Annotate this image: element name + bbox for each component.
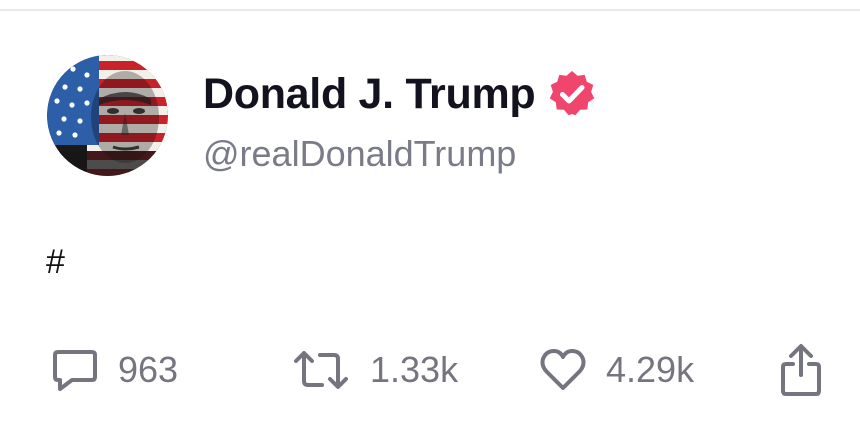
share-icon — [781, 344, 821, 396]
author-name-row: Donald J. Trump — [203, 66, 597, 122]
post-text: # — [46, 243, 65, 281]
reply-button[interactable]: 963 — [50, 340, 178, 400]
share-button[interactable] — [776, 340, 826, 400]
reply-count: 963 — [118, 349, 179, 390]
repost-icon — [294, 351, 348, 389]
like-count: 4.29k — [606, 349, 695, 390]
repost-button[interactable]: 1.33k — [290, 340, 458, 400]
post-card: Donald J. Trump @realDonaldTrump # 963 1… — [0, 0, 860, 444]
post-actions-bar: 963 1.33k 4.29k — [0, 340, 860, 400]
author-avatar[interactable] — [47, 55, 168, 176]
like-button[interactable]: 4.29k — [538, 340, 694, 400]
comment-icon — [53, 350, 97, 391]
verified-badge-icon — [550, 71, 595, 116]
flag-portrait-avatar-image — [47, 55, 168, 176]
repost-count: 1.33k — [370, 349, 459, 390]
heart-icon — [540, 349, 586, 390]
author-handle[interactable]: @realDonaldTrump — [203, 133, 516, 175]
author-display-name[interactable]: Donald J. Trump — [203, 70, 536, 119]
